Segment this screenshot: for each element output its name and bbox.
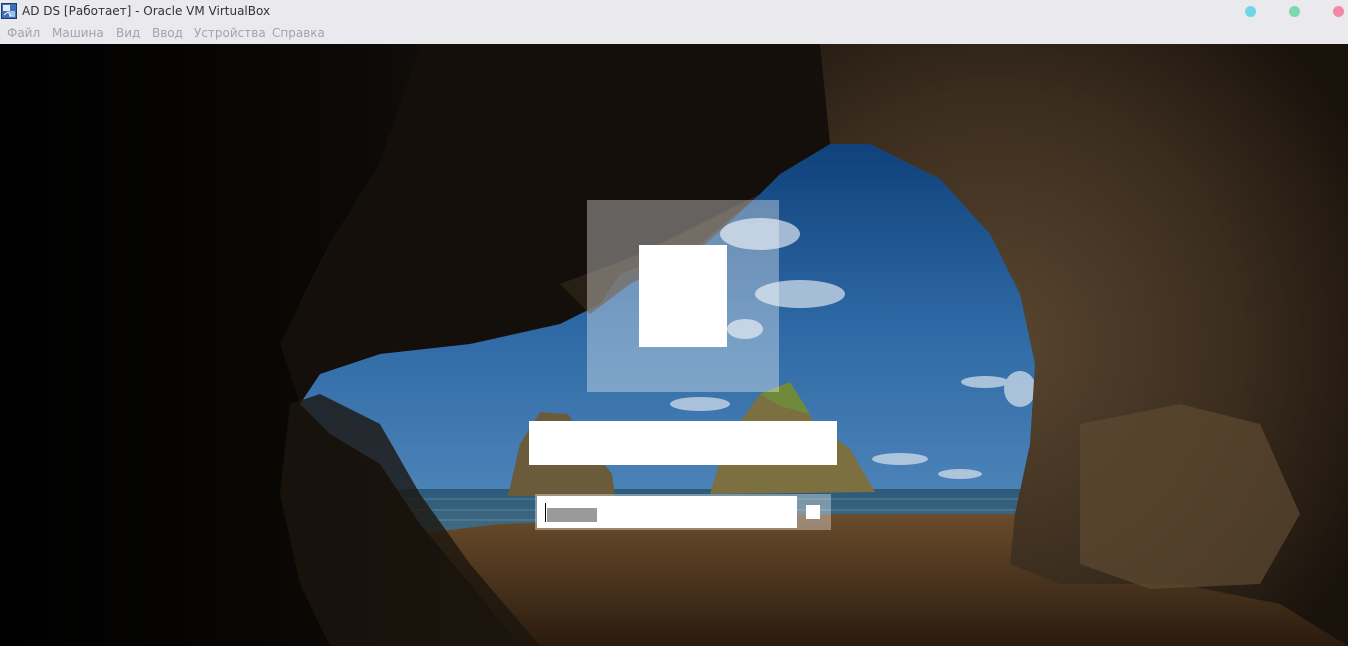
maximize-button[interactable] <box>1289 6 1300 17</box>
arrow-right-icon <box>806 505 820 519</box>
window-title: AD DS [Работает] - Oracle VM VirtualBox <box>22 4 271 18</box>
menu-machine[interactable]: Машина <box>52 26 104 40</box>
virtualbox-icon[interactable] <box>1 3 17 19</box>
user-avatar-frame <box>587 200 779 392</box>
minimize-button[interactable] <box>1245 6 1256 17</box>
menu-devices[interactable]: Устройства <box>194 26 266 40</box>
menu-bar: Файл Машина Вид Ввод Устройства Справка <box>0 22 1348 44</box>
vm-screen[interactable] <box>0 44 1348 646</box>
menu-help[interactable]: Справка <box>272 26 325 40</box>
menu-file[interactable]: Файл <box>7 26 40 40</box>
text-caret <box>545 503 546 522</box>
menu-input[interactable]: Ввод <box>152 26 183 40</box>
username-label <box>529 421 837 465</box>
close-button[interactable] <box>1333 6 1344 17</box>
password-field-wrap <box>535 494 831 530</box>
user-avatar <box>639 245 727 347</box>
menu-view[interactable]: Вид <box>116 26 140 40</box>
submit-button[interactable] <box>797 496 829 528</box>
password-mask <box>547 508 597 522</box>
password-input[interactable] <box>537 496 797 528</box>
window-titlebar[interactable]: AD DS [Работает] - Oracle VM VirtualBox <box>0 0 1348 22</box>
